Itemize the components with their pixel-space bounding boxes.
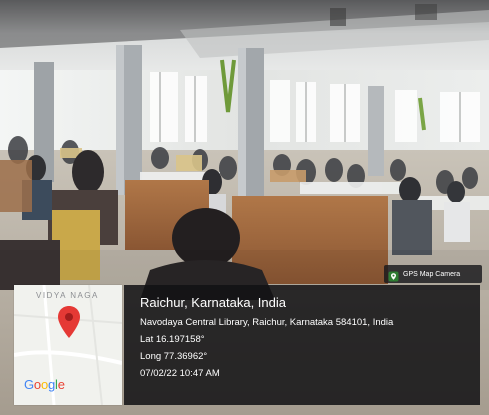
map-place-label: VIDYA NAGA xyxy=(36,291,99,300)
geotagged-photo: GPS Map Camera VIDYA NAGA Google Raichur… xyxy=(0,0,489,415)
location-info-panel: Raichur, Karnataka, India Navodaya Centr… xyxy=(124,285,480,405)
map-camera-icon xyxy=(388,269,399,281)
datetime-text: 07/02/22 10:47 AM xyxy=(140,368,220,379)
latitude-text: Lat 16.197158° xyxy=(140,334,205,345)
location-title: Raichur, Karnataka, India xyxy=(140,295,286,310)
mini-map: VIDYA NAGA Google xyxy=(14,285,122,405)
location-pin-icon xyxy=(57,305,81,344)
address-text: Navodaya Central Library, Raichur, Karna… xyxy=(140,317,394,328)
google-logo: Google xyxy=(24,377,65,392)
ceiling-light xyxy=(415,4,437,20)
watermark-label: GPS Map Camera xyxy=(403,270,461,278)
ceiling-light xyxy=(330,8,346,26)
gps-camera-watermark: GPS Map Camera xyxy=(384,265,482,283)
longitude-text: Long 77.36962° xyxy=(140,351,208,362)
